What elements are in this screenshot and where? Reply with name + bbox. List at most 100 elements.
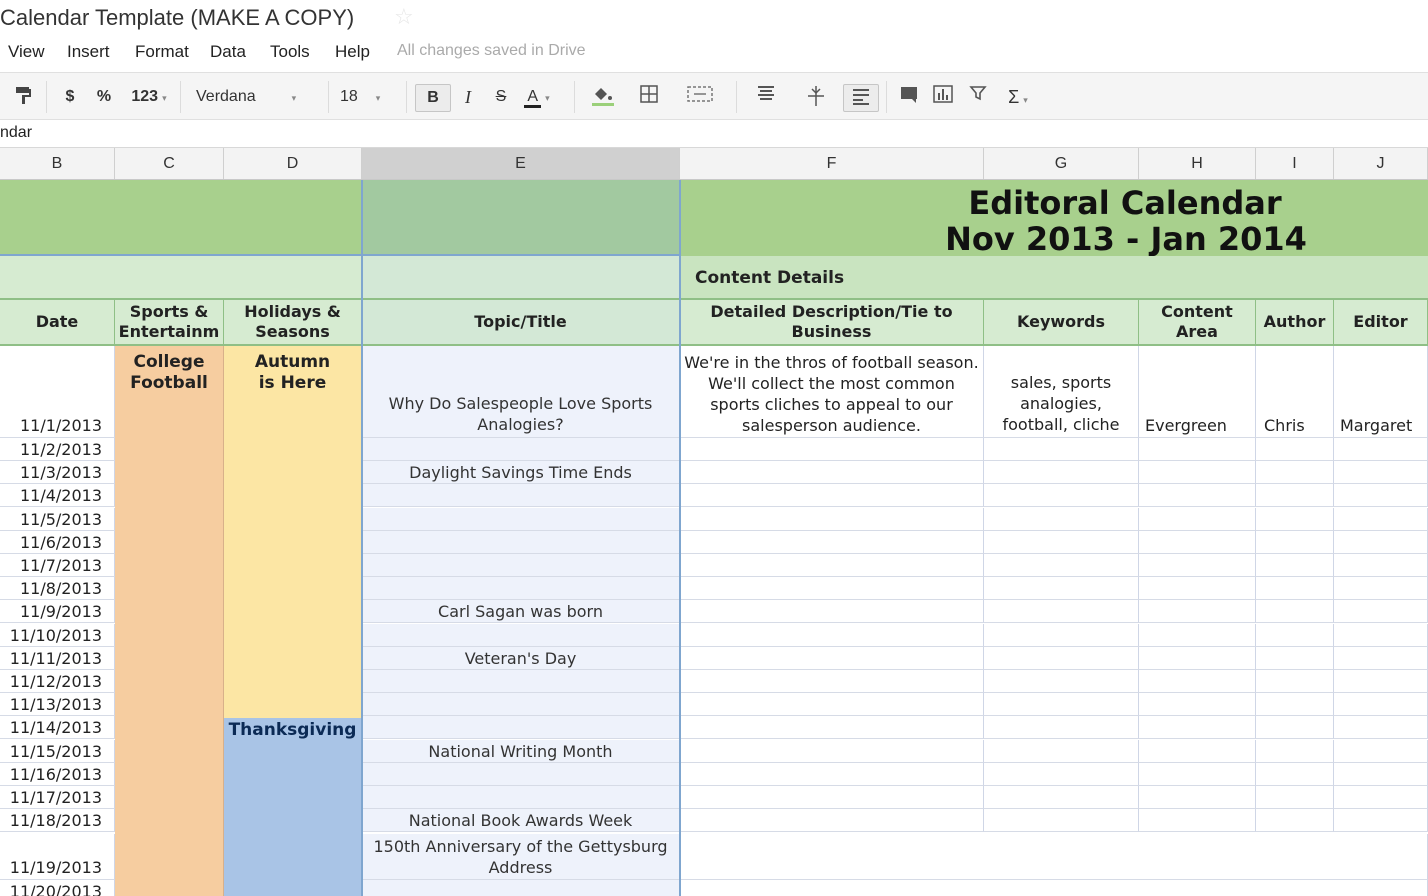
topic-cell[interactable]: Daylight Savings Time Ends: [362, 461, 680, 485]
menu-view[interactable]: View: [8, 42, 45, 62]
empty-cell[interactable]: [984, 554, 1139, 577]
empty-cell[interactable]: [1256, 762, 1334, 786]
date-cell[interactable]: 11/6/2013: [0, 530, 115, 554]
content-area-cell[interactable]: Evergreen: [1139, 346, 1256, 438]
header-keywords[interactable]: Keywords: [984, 300, 1139, 346]
menu-help[interactable]: Help: [335, 42, 370, 62]
menu-tools[interactable]: Tools: [270, 42, 310, 62]
column-header-f[interactable]: F: [680, 148, 984, 179]
empty-cell[interactable]: [680, 739, 984, 763]
title-band-left[interactable]: [0, 180, 362, 256]
empty-cell[interactable]: [680, 507, 984, 531]
empty-cell[interactable]: [1334, 600, 1428, 624]
subheader-band-left[interactable]: [0, 256, 362, 300]
header-content-area[interactable]: Content Area: [1139, 300, 1256, 346]
column-header-e[interactable]: E: [362, 148, 680, 179]
author-cell[interactable]: Chris: [1256, 346, 1334, 438]
empty-cell[interactable]: [1334, 530, 1428, 554]
header-holidays[interactable]: Holidays & Seasons: [224, 300, 362, 346]
empty-cell[interactable]: [984, 461, 1139, 485]
empty-cell[interactable]: [984, 646, 1139, 670]
align-icon[interactable]: [746, 84, 786, 110]
vertical-align-icon[interactable]: [796, 84, 836, 110]
editor-cell[interactable]: Margaret: [1334, 346, 1428, 438]
empty-cell[interactable]: [1139, 809, 1256, 833]
functions-icon[interactable]: Σ ▾: [1000, 84, 1036, 110]
empty-cell[interactable]: [1256, 739, 1334, 763]
empty-cell[interactable]: [984, 693, 1139, 717]
document-title[interactable]: Calendar Template (MAKE A COPY): [0, 5, 354, 31]
empty-cell[interactable]: [1256, 646, 1334, 670]
empty-cell[interactable]: [1139, 438, 1256, 461]
description-cell[interactable]: We're in the thros of football season. W…: [680, 346, 984, 438]
date-cell[interactable]: 11/16/2013: [0, 762, 115, 786]
empty-cell[interactable]: [680, 786, 984, 809]
empty-cell[interactable]: [1334, 786, 1428, 809]
empty-cell[interactable]: [1256, 809, 1334, 833]
topic-cell[interactable]: [362, 670, 680, 693]
empty-cell[interactable]: [984, 600, 1139, 624]
topic-cell[interactable]: [362, 786, 680, 809]
empty-cell[interactable]: [984, 809, 1139, 833]
date-cell[interactable]: 11/2/2013: [0, 438, 115, 461]
topic-cell[interactable]: [362, 438, 680, 461]
topic-cell[interactable]: [362, 484, 680, 508]
empty-cell[interactable]: [984, 739, 1139, 763]
empty-cell[interactable]: [1256, 786, 1334, 809]
empty-cell[interactable]: [984, 484, 1139, 508]
thanksgiving-fill[interactable]: Thanksgiving: [224, 718, 362, 896]
empty-cell[interactable]: [1256, 438, 1334, 461]
column-header-h[interactable]: H: [1139, 148, 1256, 179]
column-header-c[interactable]: C: [115, 148, 224, 179]
empty-cell[interactable]: [1139, 786, 1256, 809]
text-color-button[interactable]: A ▾: [522, 84, 552, 110]
empty-cell[interactable]: [1334, 623, 1428, 647]
empty-cell[interactable]: [1256, 577, 1334, 601]
fill-color-icon[interactable]: [584, 84, 624, 110]
empty-cell[interactable]: [1334, 762, 1428, 786]
topic-cell[interactable]: [362, 577, 680, 601]
column-header-j[interactable]: J: [1334, 148, 1428, 179]
title-band-topic[interactable]: [362, 180, 680, 256]
empty-cell[interactable]: [1334, 554, 1428, 577]
paint-format-icon[interactable]: [10, 84, 36, 110]
empty-cell[interactable]: [1334, 716, 1428, 740]
empty-cell[interactable]: [984, 530, 1139, 554]
empty-cell[interactable]: [984, 786, 1139, 809]
menu-format[interactable]: Format: [135, 42, 189, 62]
topic-cell[interactable]: Veteran's Day: [362, 646, 680, 670]
empty-cell[interactable]: [1139, 716, 1256, 740]
autumn-fill[interactable]: Autumn is Here: [224, 346, 362, 718]
empty-cell[interactable]: [680, 716, 984, 740]
topic-cell[interactable]: [362, 507, 680, 531]
empty-cell[interactable]: [680, 577, 984, 601]
date-cell[interactable]: 11/7/2013: [0, 554, 115, 577]
empty-cell[interactable]: [1139, 623, 1256, 647]
cell-content-input[interactable]: ndar: [0, 124, 32, 142]
empty-cell[interactable]: [1139, 600, 1256, 624]
empty-cell[interactable]: [680, 438, 984, 461]
date-cell[interactable]: 11/10/2013: [0, 623, 115, 647]
date-cell[interactable]: 11/8/2013: [0, 577, 115, 601]
empty-cell[interactable]: [1139, 739, 1256, 763]
empty-cell[interactable]: [1334, 577, 1428, 601]
percent-format-button[interactable]: %: [92, 84, 116, 110]
header-date[interactable]: Date: [0, 300, 115, 346]
empty-cell[interactable]: [680, 530, 984, 554]
date-cell[interactable]: 11/5/2013: [0, 507, 115, 531]
header-author[interactable]: Author: [1256, 300, 1334, 346]
empty-cell[interactable]: [1139, 646, 1256, 670]
column-header-d[interactable]: D: [224, 148, 362, 179]
chart-icon[interactable]: [930, 84, 956, 110]
date-cell[interactable]: 11/3/2013: [0, 461, 115, 485]
header-editor[interactable]: Editor: [1334, 300, 1428, 346]
menu-data[interactable]: Data: [210, 42, 246, 62]
empty-cell[interactable]: [984, 507, 1139, 531]
date-cell[interactable]: 11/17/2013: [0, 786, 115, 809]
empty-cell[interactable]: [1139, 507, 1256, 531]
borders-icon[interactable]: [632, 84, 666, 110]
row-details-cell[interactable]: [680, 834, 1428, 880]
empty-cell[interactable]: [1139, 461, 1256, 485]
menu-insert[interactable]: Insert: [67, 42, 110, 62]
empty-cell[interactable]: [1334, 739, 1428, 763]
